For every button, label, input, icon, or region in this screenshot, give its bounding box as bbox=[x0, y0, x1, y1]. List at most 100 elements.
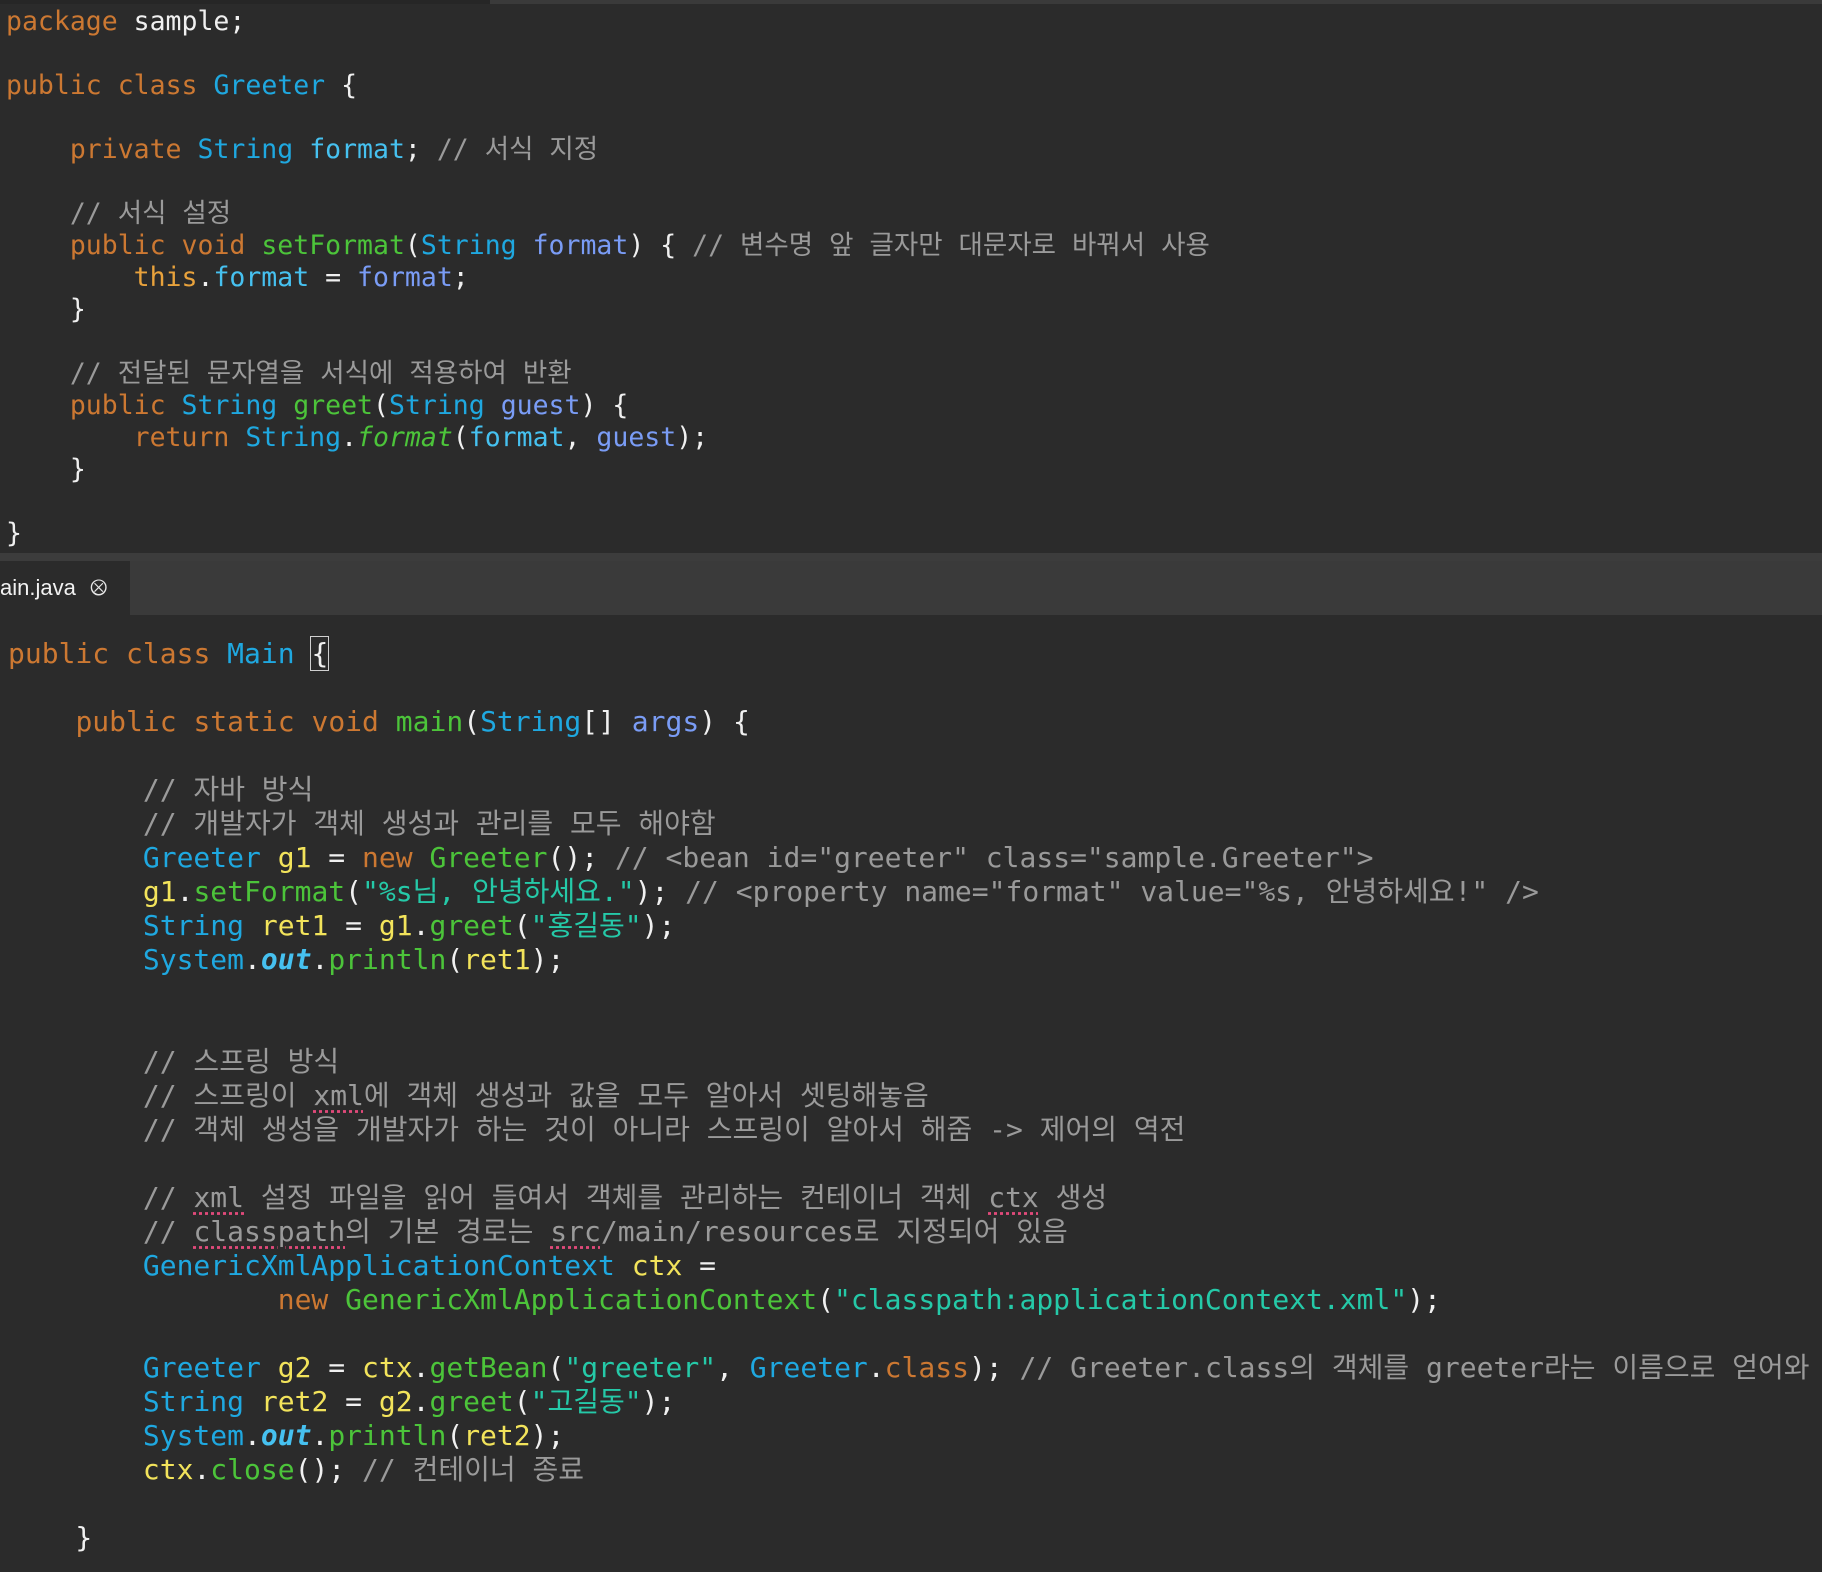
code-token: . bbox=[412, 909, 430, 942]
code-line[interactable] bbox=[8, 1011, 1810, 1045]
code-line[interactable]: System.out.println(ret2); bbox=[8, 1419, 1810, 1453]
code-token: [] bbox=[581, 705, 632, 738]
code-line[interactable] bbox=[8, 1487, 1810, 1521]
code-line[interactable]: String ret1 = g1.greet("홍길동"); bbox=[8, 909, 1810, 943]
code-token: . bbox=[193, 1453, 211, 1486]
code-line[interactable]: // 서식 설정 bbox=[6, 198, 1210, 230]
code-token: } bbox=[8, 1521, 93, 1554]
code-line[interactable]: Greeter g1 = new Greeter(); // <bean id=… bbox=[8, 841, 1810, 875]
code-line[interactable]: GenericXmlApplicationContext ctx = bbox=[8, 1249, 1810, 1283]
code-line[interactable]: public String greet(String guest) { bbox=[6, 390, 1210, 422]
editor-split-divider[interactable] bbox=[0, 553, 1822, 561]
code-token: g1 bbox=[378, 909, 413, 942]
code-line[interactable] bbox=[6, 38, 1210, 70]
code-token: "greeter" bbox=[564, 1351, 717, 1384]
code-line[interactable] bbox=[6, 486, 1210, 518]
code-line[interactable]: } bbox=[6, 454, 1210, 486]
code-line[interactable]: System.out.println(ret1); bbox=[8, 943, 1810, 977]
code-token: "%s님, 안녕하세요." bbox=[362, 875, 635, 908]
code-line[interactable]: // 스프링이 xml에 객체 생성과 값을 모두 알아서 셋팅해놓음 bbox=[8, 1079, 1810, 1113]
tab-main-java[interactable]: ain.java ⮾ bbox=[0, 561, 130, 615]
code-token: format bbox=[213, 262, 310, 293]
code-token: { bbox=[310, 636, 330, 671]
code-line[interactable]: Greeter g2 = ctx.getBean("greeter", Gree… bbox=[8, 1351, 1810, 1385]
code-line[interactable] bbox=[8, 1317, 1810, 1351]
code-token: } bbox=[6, 454, 86, 485]
code-line[interactable]: // 객체 생성을 개발자가 하는 것이 아니라 스프링이 알아서 해줌 -> … bbox=[8, 1113, 1810, 1147]
code-line[interactable]: } bbox=[6, 294, 1210, 326]
code-token: . bbox=[412, 1351, 430, 1384]
code-token: g2 bbox=[378, 1385, 413, 1418]
code-token: . bbox=[311, 1419, 329, 1452]
code-area-top[interactable]: package sample; public class Greeter { p… bbox=[6, 6, 1210, 550]
code-line[interactable] bbox=[8, 977, 1810, 1011]
code-line[interactable]: ctx.close(); // 컨테이너 종료 bbox=[8, 1453, 1810, 1487]
code-line[interactable]: // xml 설정 파일을 읽어 들여서 객체를 관리하는 컨테이너 객체 ct… bbox=[8, 1181, 1810, 1215]
code-token: println bbox=[328, 1419, 447, 1452]
code-token: // bbox=[142, 1181, 194, 1214]
code-line[interactable]: // 자바 방식 bbox=[8, 773, 1810, 807]
code-token: return bbox=[133, 422, 230, 453]
code-token: } bbox=[6, 518, 22, 549]
code-token: String bbox=[420, 230, 517, 261]
code-token: , bbox=[564, 422, 597, 453]
code-line[interactable] bbox=[6, 166, 1210, 198]
code-line[interactable]: package sample; bbox=[6, 6, 1210, 38]
code-line[interactable]: } bbox=[8, 1521, 1810, 1555]
code-line[interactable]: public class Main { bbox=[8, 636, 1810, 671]
code-token: . bbox=[341, 422, 358, 453]
code-line[interactable]: public class Greeter { bbox=[6, 70, 1210, 102]
code-line[interactable]: // 스프링 방식 bbox=[8, 1045, 1810, 1079]
code-token: format bbox=[309, 134, 405, 165]
code-token: (); bbox=[294, 1453, 363, 1486]
code-line[interactable]: // 전달된 문자열을 서식에 적용하여 반환 bbox=[6, 358, 1210, 390]
code-token: 생성 bbox=[1038, 1181, 1108, 1214]
code-line[interactable] bbox=[8, 671, 1810, 705]
code-token: format bbox=[468, 422, 565, 453]
code-token: static bbox=[193, 705, 295, 738]
code-line[interactable] bbox=[8, 739, 1810, 773]
code-line[interactable]: public static void main(String[] args) { bbox=[8, 705, 1810, 739]
code-line[interactable]: return String.format(format, guest); bbox=[6, 422, 1210, 454]
code-line[interactable]: } bbox=[6, 518, 1210, 550]
code-line[interactable]: g1.setFormat("%s님, 안녕하세요."); // <propert… bbox=[8, 875, 1810, 909]
code-token: ret1 bbox=[463, 943, 531, 976]
code-line[interactable]: private String format; // 서식 지정 bbox=[6, 134, 1210, 166]
code-line[interactable]: // classpath의 기본 경로는 src/main/resources로… bbox=[8, 1215, 1810, 1249]
code-area-bottom[interactable]: public class Main { public static void m… bbox=[8, 636, 1810, 1555]
code-token: String bbox=[142, 909, 245, 942]
code-line[interactable]: public void setFormat(String format) { /… bbox=[6, 230, 1210, 262]
code-token: { bbox=[325, 70, 358, 101]
code-token: "고길동" bbox=[530, 1385, 642, 1418]
code-token: // 자바 방식 bbox=[142, 773, 314, 806]
code-line[interactable] bbox=[8, 1147, 1810, 1181]
editor-main-java[interactable]: public class Main { public static void m… bbox=[0, 615, 1822, 1572]
code-line[interactable]: String ret2 = g2.greet("고길동"); bbox=[8, 1385, 1810, 1419]
code-token: = bbox=[328, 909, 379, 942]
close-icon[interactable]: ⮾ bbox=[90, 575, 107, 601]
code-token: ); bbox=[676, 422, 709, 453]
code-line[interactable] bbox=[6, 326, 1210, 358]
code-line[interactable] bbox=[6, 102, 1210, 134]
code-line[interactable]: this.format = format; bbox=[6, 262, 1210, 294]
code-line[interactable]: new GenericXmlApplicationContext("classp… bbox=[8, 1283, 1810, 1317]
code-token: ctx bbox=[362, 1351, 413, 1384]
code-token: guest bbox=[500, 390, 581, 421]
code-line[interactable]: // 개발자가 객체 생성과 관리를 모두 해야함 bbox=[8, 807, 1810, 841]
code-token: ret2 bbox=[463, 1419, 531, 1452]
editor-greeter-java[interactable]: package sample; public class Greeter { p… bbox=[0, 4, 1822, 553]
code-token: GenericXmlApplicationContext bbox=[345, 1283, 818, 1316]
